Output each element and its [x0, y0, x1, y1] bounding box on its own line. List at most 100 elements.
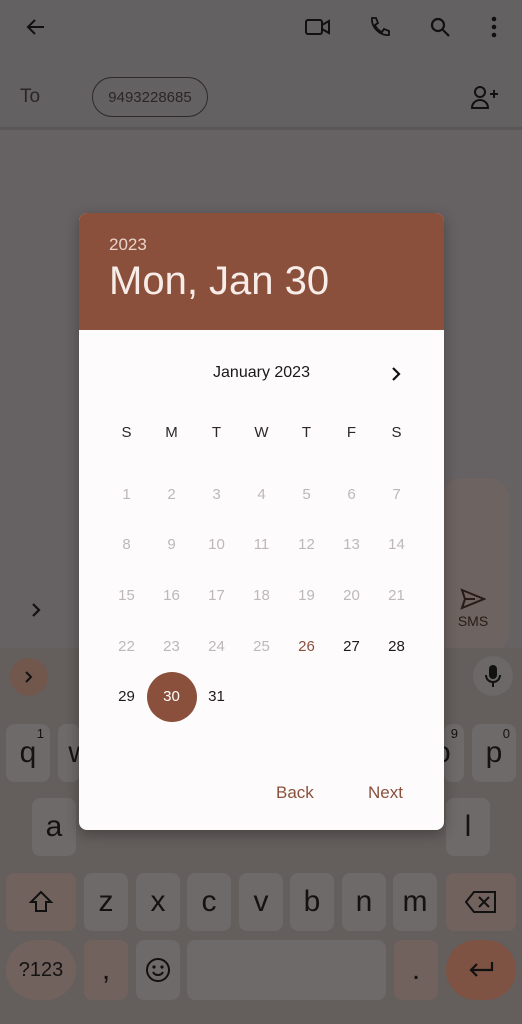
- key-q[interactable]: q1: [6, 724, 50, 782]
- key-b[interactable]: b: [290, 873, 334, 931]
- calendar-day: 20: [329, 570, 374, 621]
- key-o[interactable]: o9: [444, 724, 464, 782]
- day-number: 26: [298, 637, 315, 655]
- day-number: 30: [163, 688, 180, 706]
- weekday-header: S: [391, 423, 402, 441]
- backspace-key[interactable]: [446, 873, 516, 931]
- emoji-key[interactable]: [136, 940, 180, 1000]
- calendar-day: 12: [284, 519, 329, 570]
- calendar-day: 9: [149, 519, 194, 570]
- calendar-day: 3: [194, 469, 239, 520]
- key-m[interactable]: m: [393, 873, 437, 931]
- space-key[interactable]: [187, 940, 386, 1000]
- calendar-day[interactable]: 31: [194, 671, 239, 722]
- shift-key[interactable]: [6, 873, 76, 931]
- symbols-key[interactable]: ?123: [6, 940, 76, 1000]
- add-contact-icon[interactable]: [468, 82, 504, 112]
- calendar-day[interactable]: 27: [329, 621, 374, 672]
- day-number: 21: [388, 586, 405, 604]
- calendar-day: 16: [149, 570, 194, 621]
- calendar-day: 25: [239, 621, 284, 672]
- calendar-day: 7: [374, 469, 419, 520]
- to-label: To: [20, 86, 41, 107]
- day-number: 27: [343, 637, 360, 655]
- day-number: 22: [118, 637, 135, 655]
- calendar-day: 8: [104, 519, 149, 570]
- calendar-day: 14: [374, 519, 419, 570]
- calendar-day-selected[interactable]: 30: [146, 671, 197, 722]
- key-x[interactable]: x: [136, 873, 180, 931]
- enter-icon: [469, 962, 494, 977]
- day-number: 5: [302, 485, 311, 503]
- date-picker-header: 2023 Mon, Jan 30: [79, 213, 444, 330]
- day-number: 31: [208, 688, 225, 706]
- chevron-right-icon[interactable]: [10, 658, 48, 696]
- day-number: 12: [298, 536, 315, 554]
- enter-key[interactable]: [446, 940, 516, 1000]
- key-c[interactable]: c: [187, 873, 231, 931]
- day-number: 8: [122, 536, 131, 554]
- day-number: 20: [343, 586, 360, 604]
- weekday-header: W: [254, 423, 269, 441]
- day-number: 1: [122, 485, 131, 503]
- calendar-day: 13: [329, 519, 374, 570]
- backspace-icon: [465, 891, 496, 913]
- comma-key[interactable]: ,: [84, 940, 128, 1000]
- weekday-header: T: [211, 423, 222, 441]
- key-a[interactable]: a: [32, 798, 76, 856]
- day-number: 14: [388, 536, 405, 554]
- send-icon[interactable]: [452, 586, 494, 612]
- app-bar: To 9493228685: [0, 0, 522, 130]
- day-number: 7: [392, 485, 401, 503]
- calendar-day: 5: [284, 469, 329, 520]
- calendar-day: 11: [239, 519, 284, 570]
- day-number: 13: [343, 536, 360, 554]
- search-icon[interactable]: [424, 12, 456, 42]
- day-number: 17: [208, 586, 225, 604]
- calendar-day: 15: [104, 570, 149, 621]
- calendar-day: 4: [239, 469, 284, 520]
- key-p[interactable]: p0: [472, 724, 516, 782]
- calendar-day[interactable]: 28: [374, 621, 419, 672]
- calendar-grid: S M T W T F S 1 2 3 4 5 6 7 8 9 10 11 12 13 14 15 16 17 18 19 20 21…: [104, 418, 419, 722]
- key-v[interactable]: v: [239, 873, 283, 931]
- phone-icon[interactable]: [364, 12, 396, 42]
- video-call-icon[interactable]: [302, 12, 334, 42]
- day-number: 18: [253, 586, 270, 604]
- calendar-day: 22: [104, 621, 149, 672]
- selected-year[interactable]: 2023: [109, 235, 414, 255]
- key-w[interactable]: w: [58, 724, 80, 782]
- day-number: 24: [208, 637, 225, 655]
- calendar-day: 17: [194, 570, 239, 621]
- day-number: 19: [298, 586, 315, 604]
- weekday-header: M: [165, 423, 178, 441]
- recipient-chip[interactable]: 9493228685: [92, 77, 208, 117]
- weekday-header: F: [346, 423, 357, 441]
- period-key[interactable]: .: [394, 940, 438, 1000]
- weekday-header: S: [121, 423, 132, 441]
- calendar-day: 18: [239, 570, 284, 621]
- mic-icon[interactable]: [473, 656, 513, 696]
- next-button[interactable]: Next: [368, 783, 403, 803]
- calendar-day: 10: [194, 519, 239, 570]
- next-month-icon[interactable]: [385, 363, 407, 385]
- key-l[interactable]: l: [446, 798, 490, 856]
- more-vert-icon[interactable]: [480, 12, 508, 42]
- calendar-day: 23: [149, 621, 194, 672]
- shift-icon: [28, 890, 54, 912]
- day-number: 23: [163, 637, 180, 655]
- weekday-header: T: [301, 423, 312, 441]
- day-number: 4: [257, 485, 266, 503]
- calendar-day: 1: [104, 469, 149, 520]
- calendar-day[interactable]: 26: [284, 621, 329, 672]
- chevron-right-icon[interactable]: [24, 598, 48, 622]
- day-number: 9: [167, 536, 176, 554]
- key-n[interactable]: n: [342, 873, 386, 931]
- back-arrow-icon[interactable]: [20, 12, 52, 42]
- calendar-day: 19: [284, 570, 329, 621]
- calendar-day[interactable]: 29: [104, 671, 149, 722]
- day-number: 15: [118, 586, 135, 604]
- key-z[interactable]: z: [84, 873, 128, 931]
- calendar-day: 21: [374, 570, 419, 621]
- back-button[interactable]: Back: [276, 783, 314, 803]
